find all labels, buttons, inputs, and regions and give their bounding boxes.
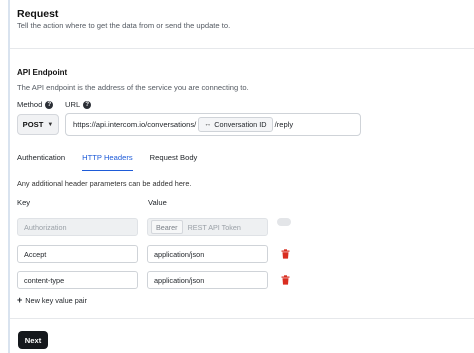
next-button[interactable]: Next [18,331,48,349]
divider [10,48,474,49]
value-column-label: Value [148,198,167,207]
url-label-text: URL [65,100,81,109]
conversation-id-chip[interactable]: ↔ Conversation ID [198,117,273,132]
header-value-text: REST API Token [187,222,241,232]
chevron-down-icon: ▼ [47,121,54,128]
method-value: POST [22,120,44,129]
method-label: Method ? [17,100,54,109]
method-label-text: Method [17,100,43,109]
header-value-field: Bearer REST API Token [147,218,268,236]
left-accent-bar [8,0,10,353]
url-chip-label: Conversation ID [214,120,267,129]
endpoint-subtitle: The API endpoint is the address of the s… [17,83,249,92]
tab-http-headers[interactable]: HTTP Headers [82,152,133,171]
variable-icon: ↔ [204,121,212,128]
add-key-value-label: New key value pair [25,296,87,305]
tab-request-body[interactable]: Request Body [150,152,198,172]
tab-bar: Authentication HTTP Headers Request Body [17,152,197,172]
section-subtitle: Tell the action where to get the data fr… [17,21,231,30]
header-value-field[interactable]: application/json [147,245,268,263]
header-key-field[interactable]: content-type [17,271,138,289]
plus-icon: + [17,295,23,305]
endpoint-title: API Endpoint [17,68,68,77]
header-key-field[interactable]: Accept [17,245,138,263]
section-title: Request [17,8,59,20]
url-input[interactable]: https://api.intercom.io/conversations/ ↔… [65,113,361,136]
question-circle-icon[interactable]: ? [45,100,54,109]
tab-authentication[interactable]: Authentication [17,152,65,172]
header-key-field: Authorization [17,218,138,236]
trash-icon[interactable] [281,275,290,285]
url-label: URL ? [65,100,92,109]
headers-description: Any additional header parameters can be … [17,179,192,188]
url-suffix: /reply [274,120,294,129]
url-prefix: https://api.intercom.io/conversations/ [73,120,197,129]
question-circle-icon[interactable]: ? [83,100,92,109]
trash-icon[interactable] [281,249,290,259]
key-column-label: Key [17,198,31,207]
method-select[interactable]: POST ▼ [17,114,59,135]
auth-header-toggle[interactable] [277,218,291,226]
bearer-chip: Bearer [151,220,183,234]
add-key-value-button[interactable]: + New key value pair [17,295,87,306]
header-value-field[interactable]: application/json [147,271,268,289]
divider [10,318,474,319]
